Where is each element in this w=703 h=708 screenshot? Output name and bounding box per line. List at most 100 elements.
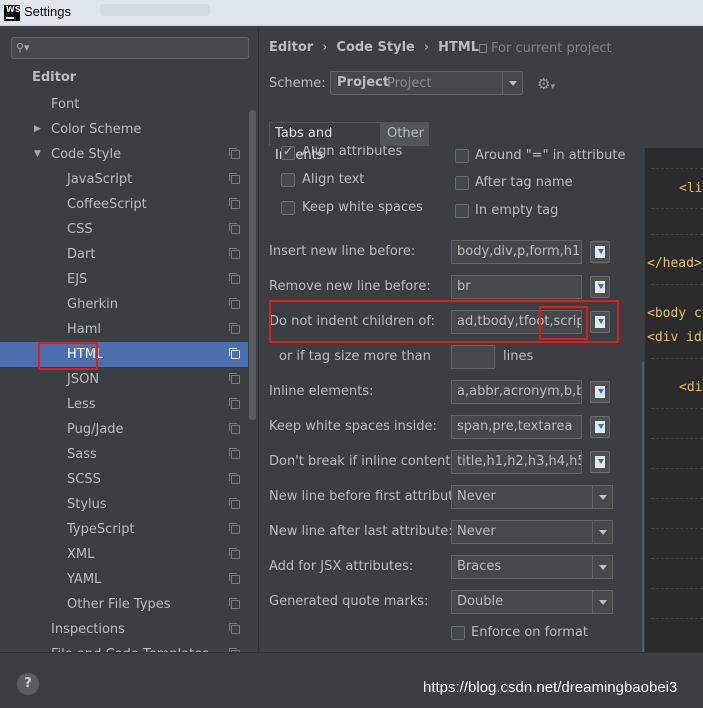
tree-item-haml[interactable]: Haml xyxy=(0,317,248,342)
keep-ws-inside-label: Keep white spaces inside: xyxy=(269,419,437,434)
preview-line-di: <di xyxy=(679,380,703,395)
gear-icon[interactable]: ⚙▾ xyxy=(537,75,555,93)
tree-item-json[interactable]: JSON xyxy=(0,367,248,392)
code-preview-pane[interactable]: <li </head> <body c <div id <di xyxy=(645,148,703,652)
settings-content-panel: Editor › Code Style › HTML For current proje… xyxy=(38,27,703,652)
tree-item-font[interactable]: Font xyxy=(0,92,248,117)
new-line-first-select[interactable]: Never xyxy=(451,485,613,509)
copy-project-icon xyxy=(229,248,240,259)
remove-new-line-input[interactable]: br xyxy=(451,275,582,299)
expand-editor-icon[interactable] xyxy=(590,241,610,263)
tree-item-coffeescript[interactable]: CoffeeScript xyxy=(0,192,248,217)
project-icon xyxy=(479,44,487,53)
align-attributes-label: Align attributes xyxy=(302,146,403,159)
tree-item-label: Sass xyxy=(67,447,97,462)
copy-project-icon xyxy=(229,348,240,359)
quote-marks-select[interactable]: Double xyxy=(451,590,613,614)
preview-line-body: <body c xyxy=(647,306,702,321)
tree-item-typescript[interactable]: TypeScript xyxy=(0,517,248,542)
copy-project-icon xyxy=(229,323,240,334)
copy-project-icon xyxy=(229,148,240,159)
scheme-label: Scheme: xyxy=(269,76,326,91)
around-eq-checkbox[interactable] xyxy=(455,149,469,163)
highlight-script-value xyxy=(539,306,588,340)
expanded-arrow-icon[interactable]: ▼ xyxy=(34,142,41,167)
enforce-on-format-label: Enforce on format xyxy=(471,625,589,640)
tree-item-ejs[interactable]: EJS xyxy=(0,267,248,292)
tree-section-editor[interactable]: Editor xyxy=(32,70,76,85)
tree-item-yaml[interactable]: YAML xyxy=(0,567,248,592)
tree-scrollbar[interactable] xyxy=(249,110,256,420)
chevron-down-icon xyxy=(592,556,612,578)
copy-project-icon xyxy=(229,223,240,234)
tree-item-file-and-code-templates[interactable]: File and Code Templates xyxy=(0,642,248,652)
scheme-select[interactable]: Project Project xyxy=(330,71,523,95)
tree-item-xml[interactable]: XML xyxy=(0,542,248,567)
tree-item-scss[interactable]: SCSS xyxy=(0,467,248,492)
copy-project-icon xyxy=(229,398,240,409)
preview-line-li: <li xyxy=(679,181,703,196)
breadcrumb-code-style: Code Style xyxy=(336,40,415,55)
tree-item-less[interactable]: Less xyxy=(0,392,248,417)
tree-item-inspections[interactable]: Inspections xyxy=(0,617,248,642)
expand-editor-icon[interactable] xyxy=(590,451,610,473)
search-icon: ⚲▾ xyxy=(16,41,30,54)
tree-item-label: XML xyxy=(67,547,95,562)
chevron-down-icon xyxy=(592,591,612,613)
insert-new-line-input[interactable]: body,div,p,form,h1,h2,h3 xyxy=(451,240,582,264)
breadcrumb: Editor › Code Style › HTML xyxy=(269,40,479,55)
jsx-attributes-select[interactable]: Braces xyxy=(451,555,613,579)
tree-item-other-file-types[interactable]: Other File Types xyxy=(0,592,248,617)
tree-item-label: CSS xyxy=(67,222,93,237)
copy-project-icon xyxy=(229,623,240,634)
copy-project-icon xyxy=(229,298,240,309)
tree-item-stylus[interactable]: Stylus xyxy=(0,492,248,517)
tree-item-gherkin[interactable]: Gherkin xyxy=(0,292,248,317)
dont-break-input[interactable]: title,h1,h2,h3,h4,h5,h6,p xyxy=(451,450,582,474)
tree-item-javascript[interactable]: JavaScript xyxy=(0,167,248,192)
tree-item-code-style[interactable]: ▼ Code Style xyxy=(0,142,248,167)
chevron-down-icon xyxy=(592,521,612,543)
in-empty-tag-checkbox[interactable] xyxy=(455,204,469,218)
tree-item-label: Gherkin xyxy=(67,297,119,312)
form-scrollbar[interactable] xyxy=(642,361,644,652)
tree-item-pug-jade[interactable]: Pug/Jade xyxy=(0,417,248,442)
tag-size-input[interactable] xyxy=(451,345,495,369)
tree-item-label: Color Scheme xyxy=(51,122,142,137)
keep-white-spaces-checkbox[interactable] xyxy=(281,201,295,215)
quote-marks-label: Generated quote marks: xyxy=(269,594,429,609)
expand-editor-icon[interactable] xyxy=(590,276,610,298)
new-line-first-label: New line before first attribute: xyxy=(269,489,466,504)
collapsed-arrow-icon[interactable]: ▶ xyxy=(34,117,41,142)
tree-item-label: TypeScript xyxy=(67,522,135,537)
tree-item-color-scheme[interactable]: ▶ Color Scheme xyxy=(0,117,248,142)
tree-item-label: Less xyxy=(67,397,96,412)
copy-project-icon xyxy=(229,598,240,609)
expand-editor-icon[interactable] xyxy=(590,381,610,403)
search-input[interactable]: ⚲▾ xyxy=(11,37,249,59)
watermark-text: https://blog.csdn.net/dreamingbaobei3 xyxy=(423,679,678,696)
tree-item-dart[interactable]: Dart xyxy=(0,242,248,267)
align-text-label: Align text xyxy=(302,172,365,187)
new-line-last-select[interactable]: Never xyxy=(451,520,613,544)
tree-item-css[interactable]: CSS xyxy=(0,217,248,242)
after-tag-name-checkbox[interactable] xyxy=(455,176,469,190)
tree-item-sass[interactable]: Sass xyxy=(0,442,248,467)
enforce-on-format-checkbox[interactable] xyxy=(451,626,465,640)
quote-marks-value: Double xyxy=(457,594,504,609)
keep-white-spaces-label: Keep white spaces xyxy=(302,200,423,215)
align-text-checkbox[interactable] xyxy=(281,173,295,187)
new-line-first-value: Never xyxy=(457,489,496,504)
window-title: Settings xyxy=(24,4,71,19)
expand-editor-icon[interactable] xyxy=(590,416,610,438)
keep-ws-inside-input[interactable]: span,pre,textarea xyxy=(451,415,582,439)
copy-project-icon xyxy=(229,173,240,184)
inline-elements-input[interactable]: a,abbr,acronym,b,basefont xyxy=(451,380,582,404)
help-icon[interactable]: ? xyxy=(17,673,39,695)
align-attributes-checkbox[interactable] xyxy=(281,146,295,160)
tree-item-label: Other File Types xyxy=(67,597,171,612)
tab-tabs-and-indents[interactable]: Tabs and Indents xyxy=(269,122,381,163)
tree-item-label: JavaScript xyxy=(67,172,133,187)
tab-other[interactable]: Other xyxy=(381,122,429,146)
tree-item-label: Code Style xyxy=(51,147,122,162)
